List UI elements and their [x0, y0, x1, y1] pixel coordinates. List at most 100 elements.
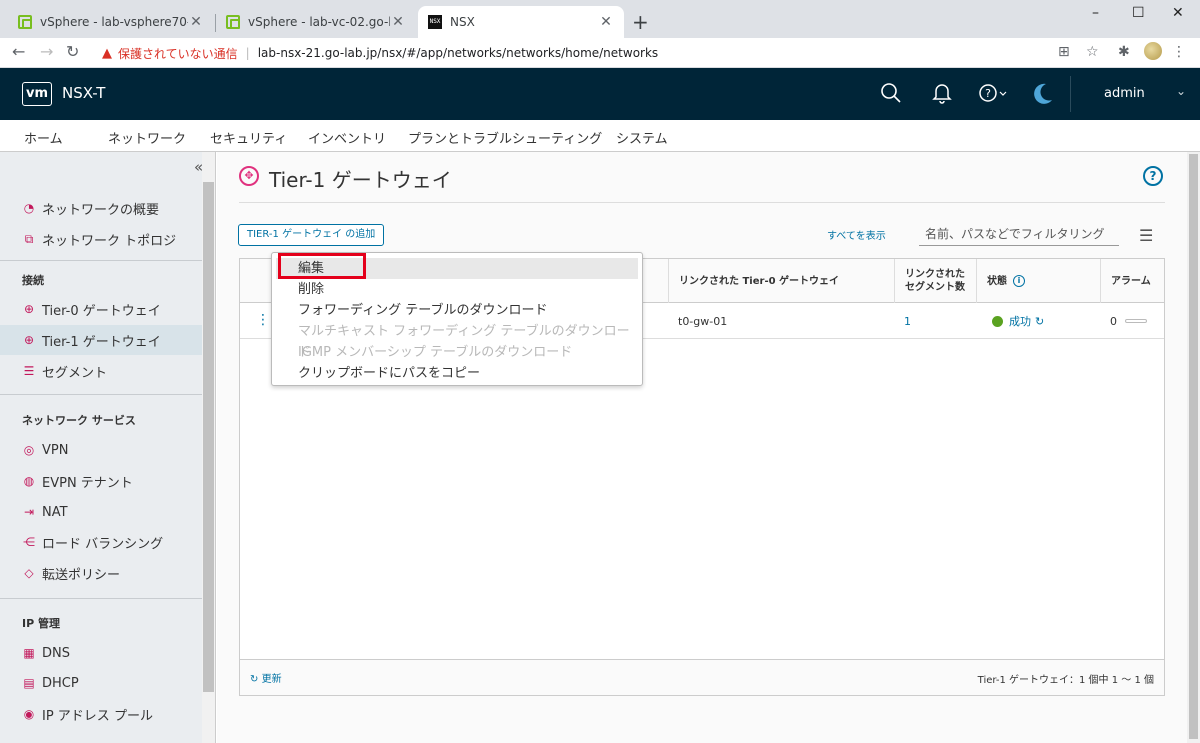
sidebar-item-network-topology[interactable]: ⧉ ネットワーク トポロジ — [0, 224, 202, 254]
filter-icon[interactable]: ☰ — [1139, 226, 1153, 245]
menu-item-copy-path[interactable]: クリップボードにパスをコピー — [272, 363, 642, 384]
sidebar-item-nat[interactable]: ⇥ NAT — [0, 497, 202, 527]
info-icon[interactable]: i — [1013, 275, 1025, 287]
forward-icon[interactable]: → — [40, 42, 53, 61]
bell-icon[interactable] — [932, 82, 952, 104]
sidebar-item-dhcp[interactable]: ▤ DHCP — [0, 668, 202, 698]
close-icon[interactable]: ✕ — [390, 14, 406, 30]
sidebar-item-label: IP アドレス プール — [42, 708, 153, 724]
reload-icon[interactable]: ↻ — [66, 42, 79, 61]
sidebar-item-label: DHCP — [42, 675, 79, 691]
status-label[interactable]: 成功 — [1009, 313, 1031, 329]
close-window-button[interactable]: ✕ — [1172, 5, 1184, 21]
browser-menu-icon[interactable]: ⋮ — [1172, 44, 1186, 60]
cell-alarms: 0 — [1100, 303, 1147, 339]
cell-linked-segments[interactable]: 1 — [894, 303, 911, 339]
dark-mode-moon-icon[interactable] — [1032, 82, 1054, 106]
column-linked-tier0[interactable]: リンクされた Tier-0 ゲートウェイ — [668, 259, 894, 303]
nav-networking[interactable]: ネットワーク — [108, 128, 187, 155]
sidebar-item-ip-address-pool[interactable]: ◉ IP アドレス プール — [0, 699, 202, 729]
browser-tab-vsphere-2[interactable]: vSphere - lab-vc-02.go-lab.jp - U ✕ — [216, 6, 416, 38]
vmware-logo: vm — [22, 82, 52, 106]
column-linked-segments[interactable]: リンクされた セグメント数 — [894, 259, 976, 303]
sidebar-scrollbar[interactable] — [203, 182, 214, 692]
url-text[interactable]: lab-nsx-21.go-lab.jp/nsx/#/app/networks/… — [258, 46, 658, 60]
maximize-button[interactable]: ☐ — [1132, 5, 1145, 21]
back-icon[interactable]: ← — [12, 42, 25, 61]
column-alarms[interactable]: アラーム — [1100, 259, 1164, 303]
collapse-sidebar-icon[interactable]: « — [194, 158, 203, 176]
sidebar-item-evpn-tenant[interactable]: ◍ EVPN テナント — [0, 466, 202, 496]
row-actions-kebab-icon[interactable]: ⋮ — [256, 312, 270, 328]
browser-tab-vsphere-1[interactable]: vSphere - lab-vsphere70-02-nsxt ✕ — [8, 6, 214, 38]
close-icon[interactable]: ✕ — [188, 14, 204, 30]
sidebar-item-tier1-gateway[interactable]: ⊕ Tier-1 ゲートウェイ — [0, 325, 202, 355]
gateway-icon: ✥ — [239, 166, 259, 186]
vsphere-icon — [18, 15, 32, 29]
dhcp-icon: ▤ — [23, 676, 35, 690]
refresh-button[interactable]: ↻ 更新 — [250, 670, 282, 685]
filter-input[interactable] — [919, 222, 1119, 246]
nav-security[interactable]: セキュリティ — [210, 128, 287, 147]
refresh-status-icon[interactable]: ↻ — [1035, 315, 1044, 328]
sidebar: « ◔ ネットワークの概要 ⧉ ネットワーク トポロジ 接続 ⊕ Tier-0 … — [0, 152, 216, 743]
url-omnibox[interactable]: ▲ 保護されていない通信 | lab-nsx-21.go-lab.jp/nsx/… — [92, 41, 1102, 65]
show-all-link[interactable]: すべてを表示 — [827, 227, 886, 242]
sidebar-item-label: VPN — [42, 442, 69, 458]
table-footer: ↻ 更新 Tier-1 ゲートウェイ：1 個中 1 ～ 1 個 — [240, 659, 1164, 695]
sidebar-item-label: ネットワーク トポロジ — [42, 233, 177, 249]
nav-home[interactable]: ホーム — [24, 128, 63, 147]
tab-title: vSphere - lab-vc-02.go-lab.jp - U — [248, 15, 390, 29]
column-status[interactable]: 状態 i — [976, 259, 1100, 303]
translate-icon[interactable]: ⊞ — [1058, 44, 1070, 60]
svg-text:?: ? — [985, 87, 991, 100]
top-navigation: ホーム ネットワーク セキュリティ インベントリ プランとトラブルシューティング… — [0, 120, 1200, 155]
alarm-count: 0 — [1110, 314, 1117, 328]
menu-item-download-forwarding-table[interactable]: フォワーディング テーブルのダウンロード — [272, 300, 642, 321]
browser-tab-nsx[interactable]: NSX NSX ✕ — [418, 6, 624, 38]
new-tab-button[interactable]: + — [632, 10, 649, 34]
load-balancer-icon: ⋲ — [23, 535, 35, 549]
nav-plan-troubleshoot[interactable]: プランとトラブルシューティング — [408, 128, 602, 147]
nav-system[interactable]: システム — [616, 128, 668, 147]
bookmark-star-icon[interactable]: ☆ — [1086, 44, 1099, 60]
sidebar-item-dns[interactable]: ▦ DNS — [0, 638, 202, 668]
gateway-icon: ⊕ — [23, 302, 35, 316]
url-divider: | — [245, 46, 250, 60]
evpn-icon: ◍ — [23, 474, 35, 488]
header-divider — [1070, 76, 1071, 112]
main-content: ✥ Tier-1 ゲートウェイ ? TIER-1 ゲートウェイ の追加 すべてを… — [217, 152, 1187, 743]
sidebar-item-network-overview[interactable]: ◔ ネットワークの概要 — [0, 193, 202, 223]
menu-item-delete[interactable]: 削除 — [272, 279, 642, 300]
alarm-bar — [1125, 319, 1147, 323]
profile-avatar[interactable] — [1144, 42, 1162, 60]
window-scrollbar[interactable] — [1189, 154, 1198, 739]
nat-icon: ⇥ — [23, 505, 35, 519]
user-menu[interactable]: admin — [1104, 86, 1145, 101]
sidebar-item-tier0-gateway[interactable]: ⊕ Tier-0 ゲートウェイ — [0, 294, 202, 324]
sidebar-item-label: Tier-1 ゲートウェイ — [42, 334, 161, 350]
help-icon[interactable]: ? — [1143, 166, 1163, 186]
segment-icon: ☰ — [23, 364, 35, 378]
sidebar-item-vpn[interactable]: ◎ VPN — [0, 435, 202, 465]
add-tier1-gateway-button[interactable]: TIER-1 ゲートウェイ の追加 — [238, 224, 385, 246]
security-warning[interactable]: 保護されていない通信 — [118, 45, 238, 62]
cell-status: 成功 ↻ — [982, 303, 1044, 339]
close-icon[interactable]: ✕ — [598, 14, 614, 30]
chevron-down-icon[interactable]: ⌄ — [1176, 84, 1186, 98]
sidebar-item-forwarding-policy[interactable]: ◇ 転送ポリシー — [0, 558, 202, 588]
search-icon[interactable] — [880, 82, 902, 104]
sidebar-section-connectivity: 接続 — [22, 274, 44, 287]
pagination-count: Tier-1 ゲートウェイ：1 個中 1 ～ 1 個 — [977, 675, 1154, 686]
annotation-highlight-box — [278, 253, 366, 279]
sidebar-item-load-balancing[interactable]: ⋲ ロード バランシング — [0, 527, 202, 557]
minimize-button[interactable]: – — [1092, 5, 1099, 21]
address-bar: ← → ↻ ▲ 保護されていない通信 | lab-nsx-21.go-lab.j… — [0, 38, 1200, 68]
extensions-icon[interactable]: ✱ — [1118, 44, 1130, 60]
help-menu-icon[interactable]: ? — [978, 82, 1008, 104]
vpn-icon: ◎ — [23, 443, 35, 457]
sidebar-item-segments[interactable]: ☰ セグメント — [0, 356, 202, 386]
nav-inventory[interactable]: インベントリ — [308, 128, 386, 147]
menu-item-download-multicast-table: マルチキャスト フォワーディング テーブルのダウンロード — [298, 324, 630, 360]
menu-item-download-igmp-table: IGMP メンバーシップ テーブルのダウンロード — [298, 345, 573, 360]
